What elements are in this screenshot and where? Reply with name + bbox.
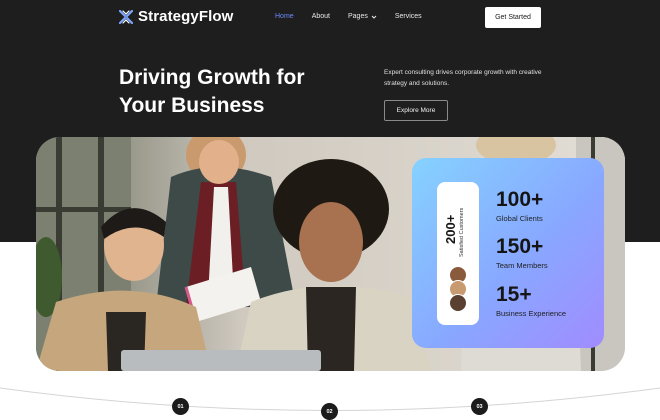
hero-headline-line-1: Driving Growth for [119,66,305,89]
hero-headline: Driving Growth for Your Business [119,64,339,120]
satisfied-label: Satisfied Customers [459,207,465,257]
main-nav: Home About Pages Services [275,13,440,20]
satisfied-customers-pill: 200+ Satisfied Customers [437,182,479,325]
satisfied-count: 200+ [443,214,458,244]
stat-team-members: 150+ Team Members [496,235,548,271]
customer-avatars [449,266,467,312]
stats-card: 200+ Satisfied Customers 100+ Global Cli… [412,158,604,348]
chevron-down-icon [371,15,377,19]
nav-item-pages[interactable]: Pages [348,13,377,20]
nav-item-pages-label: Pages [347,13,368,20]
stat-value: 15+ [496,283,532,306]
stat-label: Business Experience [496,309,567,318]
step-badge-03: 03 [471,398,488,415]
stat-value: 100+ [496,188,544,211]
hero-subtext: Expert consulting drives corporate growt… [384,69,542,87]
avatar [449,294,467,312]
stat-label: Global Clients [496,214,543,223]
stat-business-experience: 15+ Business Experience [496,283,567,319]
stat-global-clients: 100+ Global Clients [496,188,544,224]
nav-item-home[interactable]: Home [275,13,294,20]
brand-logo[interactable]: StrategyFlow [119,8,233,25]
logo-icon [119,9,133,24]
nav-item-about[interactable]: About [312,13,330,20]
stat-value: 150+ [496,235,544,258]
brand-name: StrategyFlow [138,8,234,25]
step-badge-02: 02 [321,403,338,420]
landing-page: StrategyFlow Home About Pages Services G… [0,0,660,420]
nav-item-services[interactable]: Services [395,13,422,20]
step-badge-01: 01 [172,398,189,415]
get-started-button[interactable]: Get Started [485,7,541,28]
explore-more-button[interactable]: Explore More [384,100,448,121]
hero-headline-line-2: Your Business [119,94,265,117]
stat-label: Team Members [496,261,548,270]
